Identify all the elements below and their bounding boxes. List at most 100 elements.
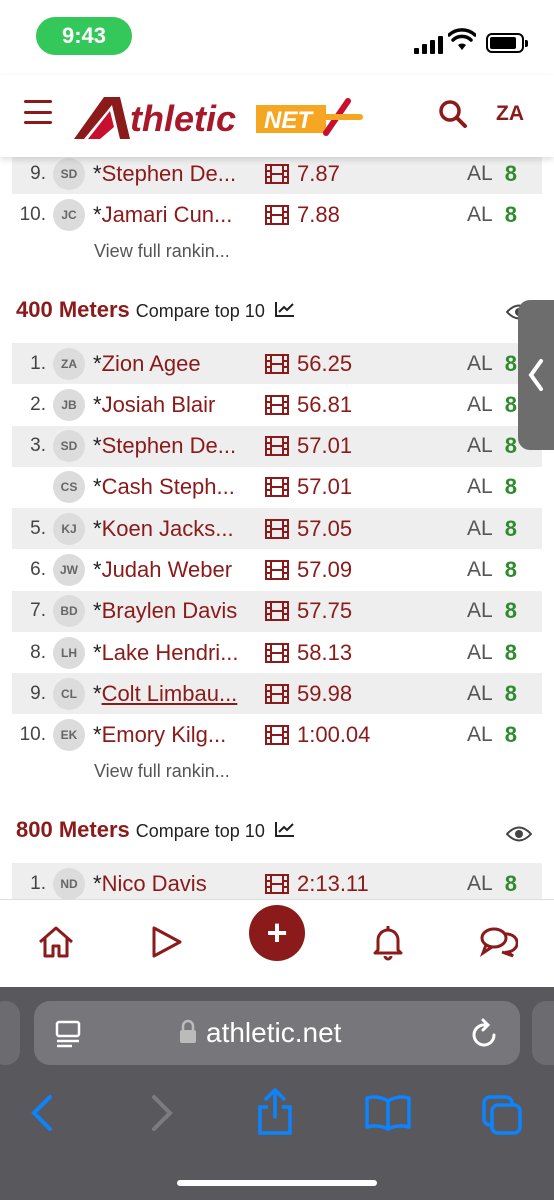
mark-value[interactable]: 59.98 [297,681,467,707]
state: AL [467,723,493,747]
mark-value[interactable]: 7.88 [297,202,467,228]
compare-top-10-link[interactable]: Compare top 10 [136,821,265,842]
film-icon[interactable] [265,601,289,622]
home-icon[interactable] [36,922,76,962]
table-row[interactable]: 3. SD *Stephen De... 57.01 AL 8 [12,425,542,467]
state: AL [467,599,493,623]
avatar: ND [53,867,85,899]
play-icon[interactable] [146,922,186,962]
mark-value[interactable]: 57.09 [297,557,467,583]
athlete-name[interactable]: *Nico Davis [93,871,255,897]
avatar: CS [53,471,85,504]
table-row[interactable]: 8. LH *Lake Hendri... 58.13 AL 8 [12,632,542,673]
table-row[interactable]: 10. JC *Jamari Cun... 7.88 AL 8 [12,194,542,235]
address-bar[interactable]: athletic.net [34,1001,520,1065]
status-time: 9:43 [36,17,132,55]
athlete-name[interactable]: *Jamari Cun... [93,202,255,228]
wifi-icon [448,28,476,50]
trend-chart-icon[interactable] [274,301,295,317]
event-title[interactable]: 800 Meters [16,817,130,843]
athlete-name[interactable]: *Josiah Blair [93,392,255,418]
search-icon[interactable] [438,99,468,129]
avatar: JW [53,554,85,586]
bell-icon[interactable] [368,922,408,962]
grade-value: 8 [504,557,517,582]
url-text[interactable]: athletic.net [206,1017,341,1049]
film-icon[interactable] [265,436,289,457]
state: AL [467,351,493,375]
view-full-rankings-link[interactable]: View full rankin... [94,761,230,782]
view-full-rankings-link[interactable]: View full rankin... [94,241,230,262]
mark-value[interactable]: 57.01 [297,433,467,459]
avatar: SD [53,157,85,190]
film-icon[interactable] [265,683,289,704]
film-icon[interactable] [265,873,289,894]
share-icon[interactable] [256,1087,294,1135]
mark-value[interactable]: 57.75 [297,598,467,624]
mark-value[interactable]: 58.13 [297,640,467,666]
grade-value: 8 [504,474,517,500]
athlete-name[interactable]: *Zion Agee [93,351,255,377]
table-row[interactable]: 7. BD *Braylen Davis 57.75 AL 8 [12,590,542,632]
athlete-name[interactable]: *Stephen De... [93,161,255,187]
athlete-name[interactable]: *Emory Kilg... [93,722,255,748]
mark-value[interactable]: 2:13.11 [297,871,467,897]
mark-value[interactable]: 57.01 [297,474,467,500]
film-icon[interactable] [265,518,289,539]
tabs-icon[interactable] [480,1093,524,1137]
compare-top-10-link[interactable]: Compare top 10 [136,301,265,322]
athlete-name[interactable]: *Judah Weber [93,557,255,583]
menu-icon[interactable] [24,100,52,124]
athlete-name[interactable]: *Colt Limbau... [93,681,255,707]
athlete-name[interactable]: *Koen Jacks... [93,516,255,542]
state: AL [467,475,493,499]
forward-icon[interactable] [150,1093,174,1133]
mark-value[interactable]: 57.05 [297,516,467,542]
previous-tab-preview[interactable] [0,1001,20,1065]
add-button[interactable]: + [249,905,305,961]
grade-value: 8 [504,598,517,624]
back-icon[interactable] [30,1093,54,1133]
table-row[interactable]: 5. KJ *Koen Jacks... 57.05 AL 8 [12,508,542,550]
film-icon[interactable] [265,163,289,184]
athlete-name[interactable]: *Stephen De... [93,433,255,459]
reload-icon[interactable] [470,1017,500,1049]
mark-value[interactable]: 7.87 [297,161,467,187]
reader-icon[interactable] [54,1019,84,1049]
next-tab-preview[interactable] [532,1001,554,1065]
event-title[interactable]: 400 Meters [16,297,130,323]
profile-initials-button[interactable]: ZA [496,102,524,126]
film-icon[interactable] [265,353,289,374]
film-icon[interactable] [265,204,289,225]
trend-chart-icon[interactable] [274,821,295,837]
table-row[interactable]: 1. ZA *Zion Agee 56.25 AL 8 [12,343,542,384]
avatar: KJ [53,512,85,545]
eye-icon[interactable] [506,825,532,843]
lock-icon [180,1019,196,1043]
film-icon[interactable] [265,642,289,663]
side-panel-handle[interactable] [518,300,554,450]
table-row[interactable]: 2. JB *Josiah Blair 56.81 AL 8 [12,384,542,425]
table-row[interactable]: 6. JW *Judah Weber 57.09 AL 8 [12,550,542,591]
table-row[interactable]: 1. ND *Nico Davis 2:13.11 AL 8 [12,863,542,899]
film-icon[interactable] [265,394,289,415]
athlete-name[interactable]: *Cash Steph... [93,474,255,500]
mark-value[interactable]: 56.25 [297,351,467,377]
rank: 9. [30,162,46,184]
table-row[interactable]: 9. SD *Stephen De... 7.87 AL 8 [12,157,542,194]
app-header: thletic NET ZA [0,75,554,157]
chat-icon[interactable] [478,922,518,962]
cellular-signal-icon [414,36,443,54]
film-icon[interactable] [265,725,289,746]
mark-value[interactable]: 56.81 [297,392,467,418]
athlete-name[interactable]: *Braylen Davis [93,598,255,624]
table-row[interactable]: 9. CL *Colt Limbau... 59.98 AL 8 [12,673,542,715]
table-row[interactable]: 10. EK *Emory Kilg... 1:00.04 AL 8 [12,715,542,756]
mark-value[interactable]: 1:00.04 [297,722,467,748]
film-icon[interactable] [265,477,289,498]
film-icon[interactable] [265,560,289,580]
athletic-net-logo[interactable]: thletic NET [70,87,370,147]
athlete-name[interactable]: *Lake Hendri... [93,640,255,666]
bookmarks-icon[interactable] [364,1095,412,1131]
table-row[interactable]: CS *Cash Steph... 57.01 AL 8 [12,467,542,508]
